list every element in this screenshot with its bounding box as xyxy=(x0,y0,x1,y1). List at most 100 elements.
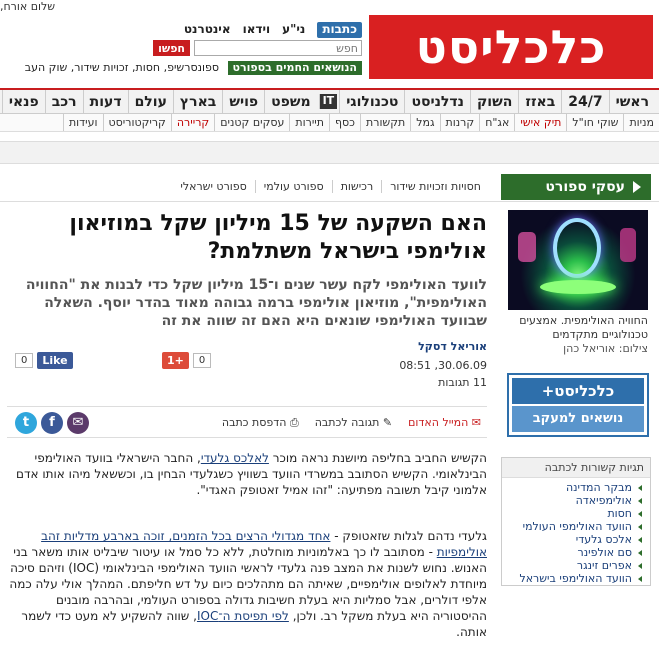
article-headline: האם השקעה של 15 מיליון שקל במוזיאון אולי… xyxy=(69,211,487,264)
nav-item-opinions[interactable]: דעות xyxy=(82,90,128,113)
tags-list: מבקר המדינה אולימפיאדה חסות הוועד האולימ… xyxy=(502,478,650,585)
site-logo[interactable]: כלכליסט xyxy=(369,15,653,79)
respond-link[interactable]: ✎ תגובה לכתבה xyxy=(315,416,392,430)
subnav-item[interactable]: מניות xyxy=(623,114,659,131)
hot-topic-link[interactable]: שוק העב xyxy=(25,61,68,74)
google-plus-widget: 0 +1 xyxy=(162,352,212,369)
hot-topics-label: הנושאים החמים בספורט xyxy=(227,61,362,75)
nav-item-cars[interactable]: רכב xyxy=(44,90,83,113)
facebook-like-count: 0 xyxy=(15,353,34,368)
photo-shape xyxy=(553,218,601,278)
tag-link[interactable]: חסות xyxy=(502,507,642,520)
article-photo[interactable] xyxy=(508,210,648,310)
section-bar: עסקי ספורט חסויות וזכויות שידור רכישות ס… xyxy=(0,172,659,202)
tag-link[interactable]: אולימפיאדה xyxy=(502,494,642,507)
article-paragraph: גלעדי נדהם לגלות שזאטופק - אחד מגדולי הר… xyxy=(9,529,487,639)
article: האם השקעה של 15 מיליון שקל במוזיאון אולי… xyxy=(7,210,487,640)
search-tab-video[interactable]: וידאו xyxy=(243,22,271,38)
nav-item-tech[interactable]: טכנולוגי xyxy=(339,90,404,113)
photo-shape xyxy=(540,280,616,294)
twitter-share-icon[interactable]: t xyxy=(15,412,37,434)
tag-link[interactable]: אפרים זינגר xyxy=(502,559,642,572)
subnav-item[interactable]: ועידות xyxy=(62,114,103,131)
nav-item-israel[interactable]: בארץ xyxy=(172,90,222,113)
main-nav: ראשי 24/7 באזז השוק נדלניסט טכנולוגי IT … xyxy=(0,88,659,114)
hot-topic-link[interactable]: חסות, xyxy=(132,61,160,74)
related-tags-box: תגיות קשורות לכתבה מבקר המדינה אולימפיאד… xyxy=(501,457,651,586)
subnav-item[interactable]: עסקים קטנים xyxy=(214,114,289,131)
subnav-item[interactable]: תקשורת xyxy=(360,114,410,131)
promo-subtitle: נושאים למעקב xyxy=(512,406,644,432)
nav-item-poish[interactable]: פויש xyxy=(222,90,264,113)
search-tabs: כתבות ני"ע וידאו אינטרנט xyxy=(184,22,362,38)
facebook-like-button[interactable]: Like xyxy=(37,352,73,369)
ad-strip xyxy=(0,141,659,164)
print-link[interactable]: ⎙ הדפסת כתבה xyxy=(222,416,299,430)
subsection-acquisitions[interactable]: רכישות xyxy=(331,180,382,193)
top-bar: שלום אורח, xyxy=(0,0,659,14)
article-tools: ✉ המייל האדום ✎ תגובה לכתבה ⎙ הדפסת כתבה… xyxy=(7,406,487,438)
subnav-item[interactable]: קרנות xyxy=(439,114,480,131)
article-link[interactable]: לפי תפיסת ה־IOC xyxy=(197,609,289,623)
subnav-item[interactable]: קריירה xyxy=(170,114,214,131)
email-share-icon[interactable]: ✉ xyxy=(67,412,89,434)
facebook-like-widget: Like 0 xyxy=(15,352,73,369)
author-name[interactable]: אוריאל דסקל xyxy=(7,340,487,353)
nav-item-realestate[interactable]: נדלניסט xyxy=(404,90,470,113)
subnav-item[interactable]: תיירות xyxy=(289,114,329,131)
section-title[interactable]: עסקי ספורט xyxy=(501,174,651,200)
nav-item-market[interactable]: השוק xyxy=(469,90,518,113)
search-tab-articles[interactable]: כתבות xyxy=(317,22,362,38)
sidebar: החוויה האולימפית. אמצעים טכנולוגיים מתקד… xyxy=(501,210,651,645)
site-header: כלכליסט כתבות ני"ע וידאו אינטרנט חפשו הנ… xyxy=(0,14,659,84)
nav-item-home[interactable]: ראשי xyxy=(608,90,659,113)
tool-actions: ✉ המייל האדום ✎ תגובה לכתבה ⎙ הדפסת כתבה xyxy=(222,416,481,430)
social-share: ✉ f t xyxy=(15,412,89,434)
nav-item-buzz[interactable]: באזז xyxy=(518,90,561,113)
hot-topic-link[interactable]: זכויות שידור, xyxy=(71,61,129,74)
photo-credit: צילום: אוריאל כהן xyxy=(563,342,648,355)
nav-item-world[interactable]: עולם xyxy=(127,90,173,113)
subnav-item[interactable]: תיק אישי xyxy=(514,114,566,131)
facebook-share-icon[interactable]: f xyxy=(41,412,63,434)
subnav-item[interactable]: אג"ח xyxy=(479,114,514,131)
gplus-count: 0 xyxy=(192,353,212,368)
promo-title: כלכליסט+ xyxy=(512,378,644,404)
tag-link[interactable]: סם אולפינר xyxy=(502,546,642,559)
responses-count[interactable]: 11 תגובות xyxy=(7,376,487,389)
subsection-links: חסויות וזכויות שידור רכישות ספורט עולמי … xyxy=(172,180,489,193)
search-area: כתבות ני"ע וידאו אינטרנט חפשו הנושאים הח… xyxy=(0,20,362,80)
byline: אוריאל דסקל 30.06.09, 08:51 11 תגובות 0 … xyxy=(7,340,487,394)
red-mail-link[interactable]: ✉ המייל האדום xyxy=(408,416,481,430)
tag-link[interactable]: אלכס גלעדי xyxy=(502,533,642,546)
calcalist-plus-promo[interactable]: כלכליסט+ נושאים למעקב xyxy=(507,373,649,437)
subnav-item[interactable]: כסף xyxy=(329,114,360,131)
search-tab-securities[interactable]: ני"ע xyxy=(282,22,305,38)
article-paragraph: הקשיש החביב בחליפה מיושנת נראה מוכר לאלכ… xyxy=(15,451,487,497)
gplus-button[interactable]: +1 xyxy=(162,352,189,369)
subnav-item[interactable]: קריקטוריסט xyxy=(102,114,171,131)
nav-item-it[interactable]: IT xyxy=(318,94,338,109)
subsection-world-sport[interactable]: ספורט עולמי xyxy=(254,180,332,193)
search-button[interactable]: חפשו xyxy=(153,40,190,56)
article-link[interactable]: לאלכס גלעדי xyxy=(201,451,269,465)
subsection-israeli-sport[interactable]: ספורט ישראלי xyxy=(172,180,254,193)
photo-shape xyxy=(518,232,536,262)
nav-item-24-7[interactable]: 24/7 xyxy=(561,90,608,113)
subnav-item[interactable]: גמל xyxy=(410,114,439,131)
subsection-sponsorships[interactable]: חסויות וזכויות שידור xyxy=(381,180,489,193)
nav-item-leisure[interactable]: פנאי xyxy=(1,90,45,113)
search-input[interactable] xyxy=(194,40,362,56)
tag-link[interactable]: הוועד האולימפי העולמי xyxy=(502,520,642,533)
photo-caption: החוויה האולימפית. אמצעים טכנולוגיים מתקד… xyxy=(519,314,648,341)
hot-topic-link[interactable]: ספונסרשיפ, xyxy=(164,61,219,74)
tag-link[interactable]: מבקר המדינה xyxy=(502,481,642,494)
publish-date: 30.06.09, 08:51 xyxy=(399,359,487,372)
tag-link[interactable]: הוועד האולימפי בישראל xyxy=(502,572,642,585)
subnav-item[interactable]: שוקי חו"ל xyxy=(566,114,623,131)
search-tab-internet[interactable]: אינטרנט xyxy=(184,22,231,38)
sub-nav: מניות שוקי חו"ל תיק אישי אג"ח קרנות גמל תקשורת… xyxy=(0,114,659,132)
hot-topics-bar: הנושאים החמים בספורט ספונסרשיפ, חסות, זכ… xyxy=(0,61,362,77)
nav-item-law[interactable]: משפט xyxy=(264,90,316,113)
photo-shape xyxy=(620,228,636,262)
